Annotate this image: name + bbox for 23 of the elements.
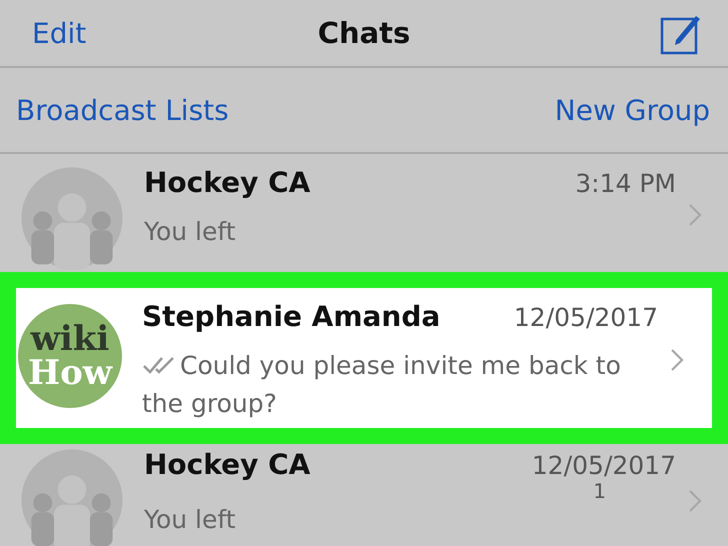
logo-text: How [28,356,112,390]
chat-name: Hockey CA [144,448,310,481]
chat-time: 12/05/2017 [514,303,658,332]
new-group-link[interactable]: New Group [554,94,710,126]
chat-row[interactable]: Hockey CA 3:14 PM You left [0,154,728,272]
chat-name: Hockey CA [144,166,310,199]
group-avatar-icon [20,166,124,270]
edit-button[interactable]: Edit [32,16,86,50]
screen-title: Chats [318,16,410,50]
chat-name: Stephanie Amanda [142,300,440,333]
chat-message: Could you please invite me back to the group? [142,351,621,418]
chat-row[interactable]: wiki How Stephanie Amanda 12/05/2017 Could you please invite me back to the group? [0,272,728,444]
chat-time: 3:14 PM [575,169,676,198]
chevron-right-icon [688,489,702,513]
unread-count: 1 [593,481,606,501]
chat-message: You left [144,217,236,246]
chevron-right-icon [670,348,684,372]
broadcast-lists-link[interactable]: Broadcast Lists [16,94,229,126]
chevron-right-icon [688,203,702,227]
chat-row[interactable]: Hockey CA 12/05/2017 1 You left [0,444,728,546]
chat-message: You left [144,505,236,534]
chat-time: 12/05/2017 [532,451,676,480]
logo-text: wiki [30,322,110,356]
